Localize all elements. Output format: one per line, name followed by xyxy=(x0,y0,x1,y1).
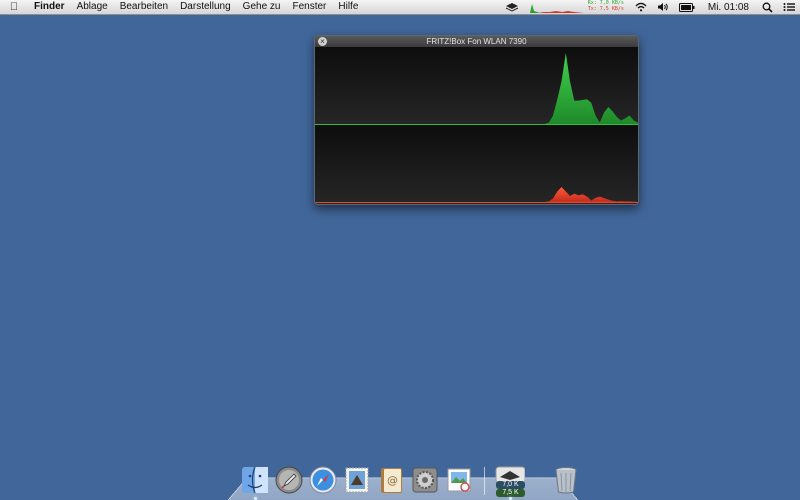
menubar:  Finder Ablage Bearbeiten Darstellung G… xyxy=(0,0,800,15)
badge-tx: 7,5 K xyxy=(496,489,525,497)
mail-stamp-icon xyxy=(345,467,369,493)
close-icon[interactable]: × xyxy=(318,37,327,46)
menu-hilfe[interactable]: Hilfe xyxy=(332,0,364,14)
status-tray: Rx: 7,0 KB/s Tx: 7,5 KB/s Mi. 01:08 xyxy=(500,0,800,14)
dock-preview[interactable] xyxy=(444,465,474,495)
dock-system-preferences[interactable] xyxy=(410,465,440,495)
system-preferences-icon xyxy=(412,467,438,493)
dock: @ 7,0 K 7,5 K xyxy=(240,459,577,500)
launchpad-rocket-icon xyxy=(275,466,303,494)
wifi-icon[interactable] xyxy=(630,0,652,14)
network-tx-label: Tx: 7,5 KB/s xyxy=(587,6,624,12)
menu-finder[interactable]: Finder xyxy=(28,0,71,14)
dock-finder[interactable] xyxy=(240,465,270,500)
badge-rx: 7,0 K xyxy=(496,481,525,489)
network-meter[interactable]: Rx: 7,0 KB/s Tx: 7,5 KB/s xyxy=(523,0,624,14)
clock[interactable]: Mi. 01:08 xyxy=(700,2,757,13)
apple-logo-icon[interactable]:  xyxy=(0,1,28,13)
svg-text:@: @ xyxy=(387,474,398,487)
preview-icon xyxy=(447,468,471,492)
notification-list-icon[interactable] xyxy=(778,0,800,14)
dock-fritzbox-monitor[interactable]: 7,0 K 7,5 K xyxy=(495,465,525,500)
traffic-graph xyxy=(315,47,638,204)
dock-mail[interactable] xyxy=(342,465,372,495)
dock-trash[interactable] xyxy=(551,465,581,495)
menu-ablage[interactable]: Ablage xyxy=(71,0,114,14)
battery-icon[interactable] xyxy=(674,0,700,14)
dock-separator xyxy=(484,467,485,495)
window-titlebar[interactable]: × FRITZ!Box Fon WLAN 7390 xyxy=(315,36,638,47)
trash-icon xyxy=(555,467,577,494)
upload-panel xyxy=(315,125,638,204)
address-book-icon: @ xyxy=(381,468,402,493)
fritzbox-monitor-window[interactable]: × FRITZ!Box Fon WLAN 7390 xyxy=(314,35,639,205)
fritzbox-icon[interactable] xyxy=(500,0,524,14)
menu-darstellung[interactable]: Darstellung xyxy=(174,0,237,14)
dock-address-book[interactable]: @ xyxy=(376,465,406,495)
menu-fenster[interactable]: Fenster xyxy=(286,0,332,14)
spotlight-icon[interactable] xyxy=(757,0,778,14)
safari-compass-icon xyxy=(309,466,337,494)
finder-icon xyxy=(242,466,268,494)
volume-icon[interactable] xyxy=(652,0,674,14)
dock-launchpad[interactable] xyxy=(274,465,304,495)
dock-safari[interactable] xyxy=(308,465,338,495)
menu-gehe-zu[interactable]: Gehe zu xyxy=(237,0,287,14)
menu-bearbeiten[interactable]: Bearbeiten xyxy=(114,0,174,14)
window-title: FRITZ!Box Fon WLAN 7390 xyxy=(426,37,527,46)
